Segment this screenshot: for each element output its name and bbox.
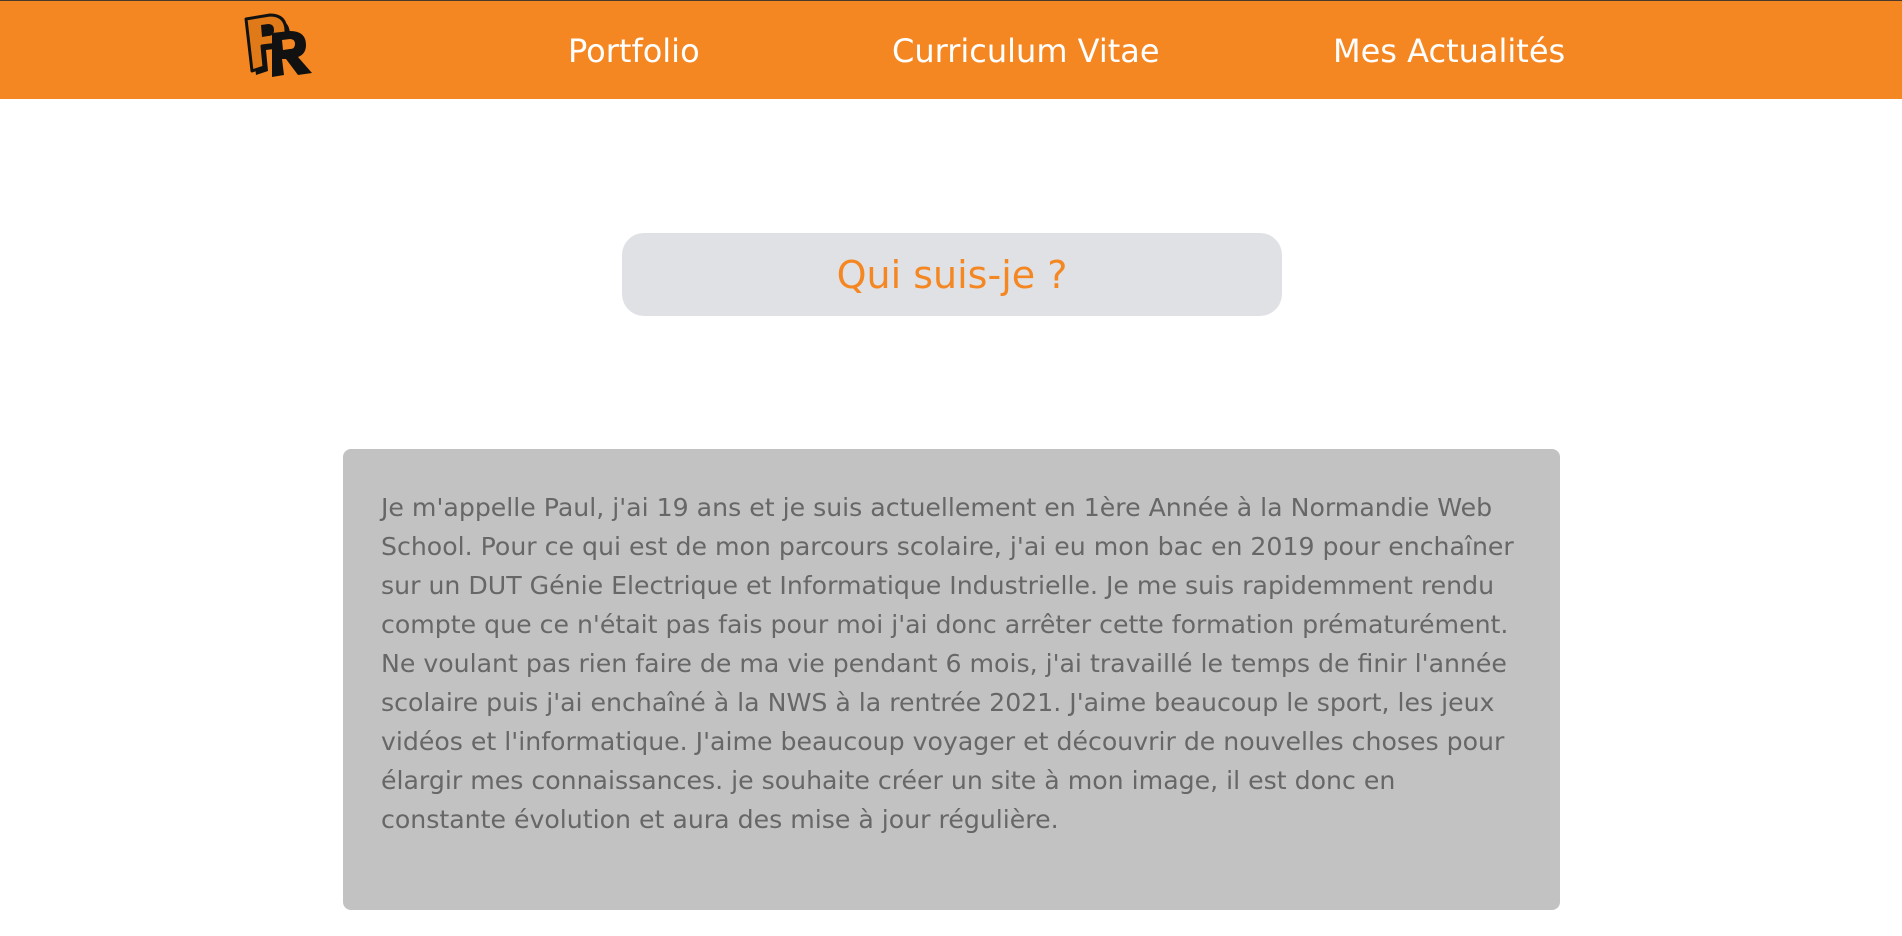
section-title-box: Qui suis-je ? (622, 233, 1282, 316)
page-title: Qui suis-je ? (836, 252, 1068, 297)
nav-link-portfolio[interactable]: Portfolio (568, 31, 700, 71)
pr-logo-icon (244, 13, 312, 77)
nav-link-curriculum-vitae[interactable]: Curriculum Vitae (892, 31, 1160, 71)
site-logo[interactable] (244, 13, 316, 79)
bio-box: Je m'appelle Paul, j'ai 19 ans et je sui… (343, 449, 1560, 910)
nav-link-mes-actualites[interactable]: Mes Actualités (1333, 31, 1565, 71)
bio-paragraph: Je m'appelle Paul, j'ai 19 ans et je sui… (381, 493, 1514, 834)
top-navigation-bar: Portfolio Curriculum Vitae Mes Actualité… (0, 0, 1902, 99)
